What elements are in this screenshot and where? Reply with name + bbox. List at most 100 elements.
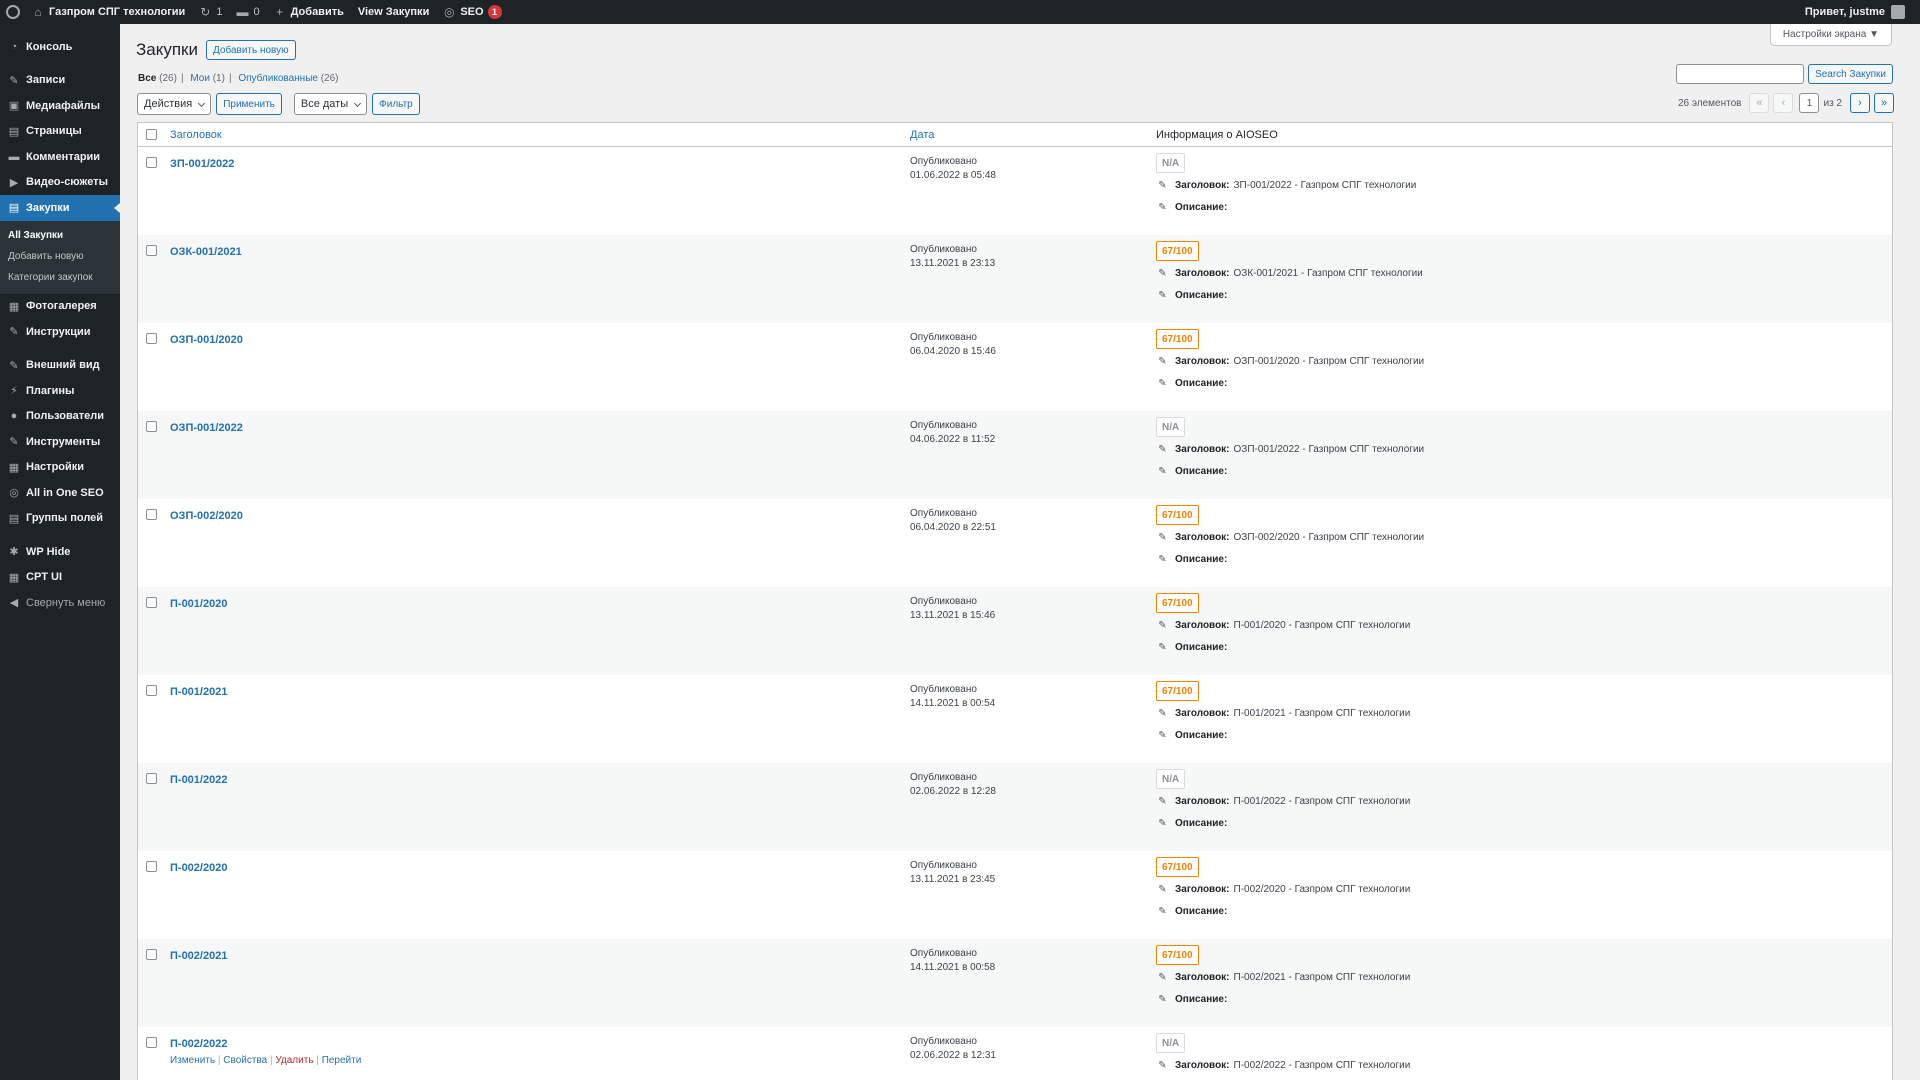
post-title-link[interactable]: П-002/2022 [170, 1038, 227, 1050]
pencil-icon[interactable]: ✎ [1156, 906, 1169, 917]
current-page-input[interactable]: 1 [1799, 93, 1820, 113]
pencil-icon[interactable]: ✎ [1156, 444, 1169, 455]
select-all-checkbox[interactable] [146, 129, 157, 140]
sidebar-item-4-content[interactable]: ▬ Комментарии [0, 144, 120, 170]
sort-date-link[interactable]: Дата [910, 129, 934, 141]
row-checkbox[interactable] [146, 333, 157, 344]
updates-link[interactable]: ↻ 1 [192, 0, 229, 24]
seo-score-badge[interactable]: 67/100 [1156, 241, 1199, 261]
pencil-icon[interactable]: ✎ [1156, 796, 1169, 807]
collapse-menu-button[interactable]: ◀ Свернуть меню [0, 590, 120, 616]
pencil-icon[interactable]: ✎ [1156, 554, 1169, 565]
submenu-item-1[interactable]: All Закупки [0, 225, 120, 246]
bulk-actions-select[interactable]: Действия [137, 93, 212, 115]
post-title-link[interactable]: ЗП-001/2022 [170, 158, 234, 170]
sidebar-item-5-content[interactable]: ▶ Видео-сюжеты [0, 170, 120, 196]
seo-score-badge[interactable]: N/A [1156, 1033, 1186, 1053]
row-checkbox[interactable] [146, 509, 157, 520]
pencil-icon[interactable]: ✎ [1156, 268, 1169, 279]
post-title-link[interactable]: ОЗП-001/2020 [170, 334, 243, 346]
sidebar-item-1-content[interactable]: ✎ Записи [0, 68, 120, 94]
pencil-icon[interactable]: ✎ [1156, 818, 1169, 829]
seo-score-badge[interactable]: 67/100 [1156, 681, 1199, 701]
view-published[interactable]: Опубликованные [238, 73, 318, 84]
pencil-icon[interactable]: ✎ [1156, 730, 1169, 741]
seo-score-badge[interactable]: N/A [1156, 769, 1186, 789]
pencil-icon[interactable]: ✎ [1156, 532, 1169, 543]
sidebar-item-1-after_sub[interactable]: ▦ Фотогалерея [0, 294, 120, 320]
pencil-icon[interactable]: ✎ [1156, 708, 1169, 719]
user-account-menu[interactable]: Привет, justme [1798, 0, 1912, 24]
post-title-link[interactable]: ОЗК-001/2021 [170, 246, 242, 258]
pencil-icon[interactable]: ✎ [1156, 994, 1169, 1005]
pencil-icon[interactable]: ✎ [1156, 356, 1169, 367]
view-link[interactable]: View Закупки [351, 0, 436, 24]
quick-edit-link[interactable]: Свойства [223, 1055, 267, 1066]
seo-score-badge[interactable]: N/A [1156, 417, 1186, 437]
view-all[interactable]: Все [138, 73, 156, 84]
wordpress-logo-icon[interactable] [1, 0, 25, 24]
seo-menu[interactable]: ◎ SEO 1 [436, 0, 508, 24]
sidebar-item-7-admin[interactable]: ▤ Группы полей [0, 506, 120, 532]
pencil-icon[interactable]: ✎ [1156, 620, 1169, 631]
post-title-link[interactable]: П-001/2020 [170, 598, 227, 610]
date-filter-select[interactable]: Все даты [293, 93, 368, 115]
submenu-item-3[interactable]: Категории закупок [0, 267, 120, 288]
sidebar-item-2-after_sub[interactable]: ✎ Инструкции [0, 319, 120, 345]
pencil-icon[interactable]: ✎ [1156, 1060, 1169, 1071]
comments-link[interactable]: ▬ 0 [229, 0, 266, 24]
pencil-icon[interactable]: ✎ [1156, 884, 1169, 895]
add-new-button[interactable]: Добавить новую [206, 40, 296, 60]
row-checkbox[interactable] [146, 245, 157, 256]
sort-title-link[interactable]: Заголовок [170, 129, 222, 141]
sidebar-item-2-bottom[interactable]: ▦ CPT UI [0, 565, 120, 591]
submenu-item-2[interactable]: Добавить новую [0, 246, 120, 267]
pencil-icon[interactable]: ✎ [1156, 378, 1169, 389]
post-title-link[interactable]: П-001/2022 [170, 774, 227, 786]
seo-score-badge[interactable]: 67/100 [1156, 857, 1199, 877]
prev-page-button[interactable]: ‹ [1773, 93, 1794, 113]
pencil-icon[interactable]: ✎ [1156, 202, 1169, 213]
filter-button[interactable]: Фильтр [372, 93, 420, 115]
row-checkbox[interactable] [146, 861, 157, 872]
post-title-link[interactable]: П-002/2020 [170, 862, 227, 874]
view-post-link[interactable]: Перейти [322, 1055, 362, 1066]
seo-score-badge[interactable]: 67/100 [1156, 945, 1199, 965]
row-checkbox[interactable] [146, 157, 157, 168]
seo-score-badge[interactable]: 67/100 [1156, 505, 1199, 525]
sidebar-item-5-admin[interactable]: ▦ Настройки [0, 455, 120, 481]
pencil-icon[interactable]: ✎ [1156, 972, 1169, 983]
post-title-link[interactable]: П-002/2021 [170, 950, 227, 962]
site-name-link[interactable]: ⌂ Газпром СПГ технологии [25, 0, 192, 24]
row-checkbox[interactable] [146, 421, 157, 432]
pencil-icon[interactable]: ✎ [1156, 642, 1169, 653]
sidebar-item-1-bottom[interactable]: ✱ WP Hide [0, 539, 120, 565]
next-page-button[interactable]: › [1850, 93, 1870, 113]
screen-options-button[interactable]: Настройки экрана ▼ [1769, 24, 1892, 46]
pencil-icon[interactable]: ✎ [1156, 180, 1169, 191]
sidebar-item-6-admin[interactable]: ◎ All in One SEO [0, 480, 120, 506]
sidebar-item-1-top[interactable]: ◔ Консоль [0, 34, 120, 60]
sidebar-item-2-admin[interactable]: ⚡ Плагины [0, 378, 120, 404]
sidebar-item-6-content[interactable]: ▤ Закупки [0, 195, 120, 221]
row-checkbox[interactable] [146, 685, 157, 696]
seo-score-badge[interactable]: 67/100 [1156, 593, 1199, 613]
row-checkbox[interactable] [146, 949, 157, 960]
new-content-link[interactable]: + Добавить [267, 0, 351, 24]
last-page-button[interactable]: » [1874, 93, 1894, 113]
row-checkbox[interactable] [146, 597, 157, 608]
edit-link[interactable]: Изменить [170, 1055, 215, 1066]
view-mine[interactable]: Мои [190, 73, 210, 84]
trash-link[interactable]: Удалить [275, 1055, 313, 1066]
seo-score-badge[interactable]: 67/100 [1156, 329, 1199, 349]
search-input[interactable] [1676, 64, 1805, 84]
sidebar-item-2-content[interactable]: ▣ Медиафайлы [0, 93, 120, 119]
sidebar-item-3-admin[interactable]: ● Пользователи [0, 404, 120, 430]
seo-score-badge[interactable]: N/A [1156, 153, 1186, 173]
search-button[interactable]: Search Закупки [1808, 64, 1893, 84]
sidebar-item-3-content[interactable]: ▤ Страницы [0, 119, 120, 145]
row-checkbox[interactable] [146, 773, 157, 784]
apply-button[interactable]: Применить [216, 93, 282, 115]
post-title-link[interactable]: П-001/2021 [170, 686, 227, 698]
pencil-icon[interactable]: ✎ [1156, 290, 1169, 301]
